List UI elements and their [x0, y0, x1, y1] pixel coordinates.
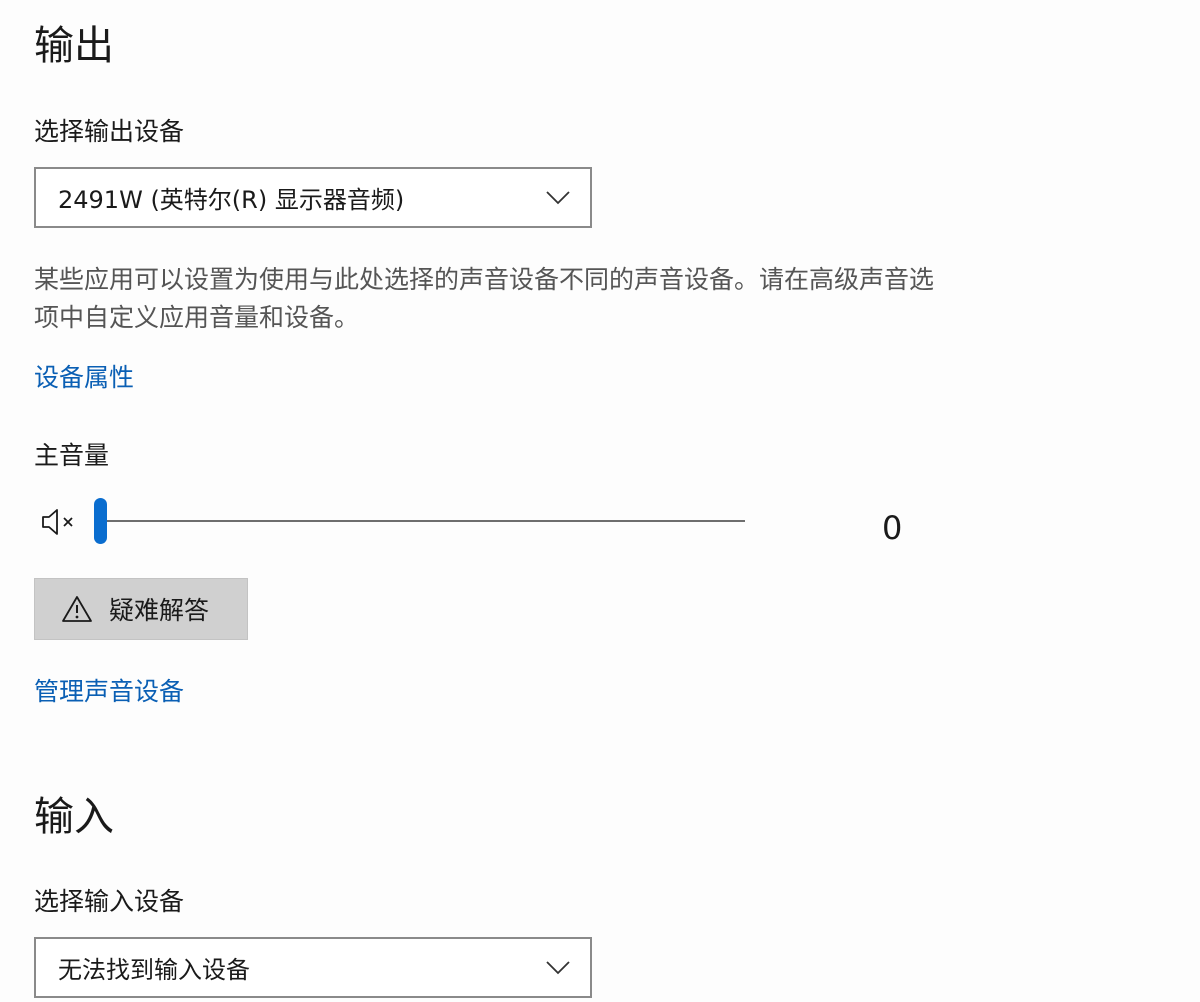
warning-icon: [61, 594, 93, 624]
input-device-value: 无法找到输入设备: [58, 956, 250, 984]
volume-slider-thumb[interactable]: [94, 498, 107, 544]
output-device-value: 2491W (英特尔(R) 显示器音频): [58, 186, 405, 214]
output-section-title: 输出: [34, 23, 114, 69]
input-device-dropdown[interactable]: 无法找到输入设备: [34, 937, 592, 998]
input-section-title: 输入: [34, 794, 114, 840]
output-description: 某些应用可以设置为使用与此处选择的声音设备不同的声音设备。请在高级声音选项中自定…: [34, 265, 935, 332]
troubleshoot-button[interactable]: 疑难解答: [34, 578, 248, 640]
volume-slider-track[interactable]: [100, 520, 745, 522]
chevron-down-icon: [544, 959, 572, 977]
speaker-muted-icon[interactable]: [40, 506, 80, 538]
troubleshoot-label: 疑难解答: [109, 596, 210, 625]
manage-sound-devices-link[interactable]: 管理声音设备: [34, 676, 184, 708]
input-device-label: 选择输入设备: [34, 887, 185, 916]
device-properties-link[interactable]: 设备属性: [34, 362, 134, 394]
chevron-down-icon: [544, 189, 572, 207]
volume-value: 0: [882, 509, 903, 547]
master-volume-label: 主音量: [34, 441, 110, 470]
output-device-dropdown[interactable]: 2491W (英特尔(R) 显示器音频): [34, 167, 592, 228]
output-device-label: 选择输出设备: [34, 117, 185, 146]
